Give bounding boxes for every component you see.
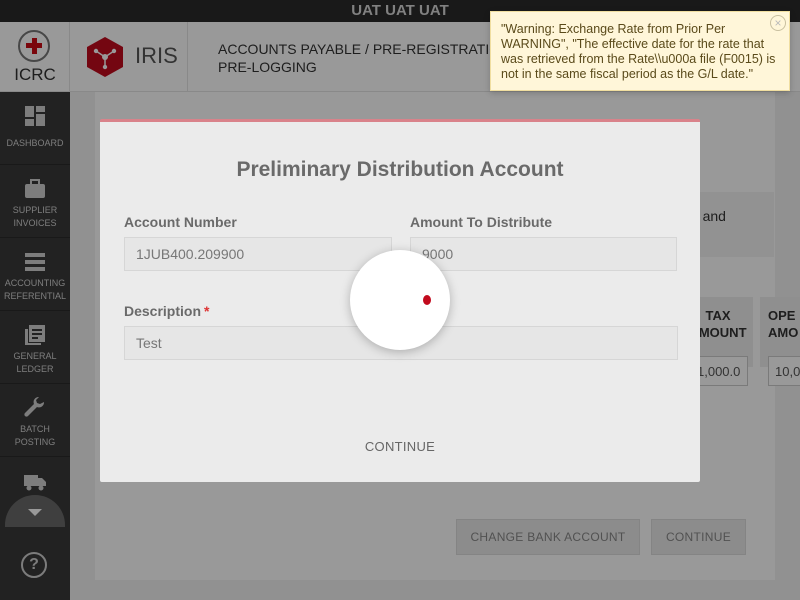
close-icon[interactable]: × (770, 15, 786, 31)
description-label: Description * (124, 303, 210, 319)
warning-message: "Warning: Exchange Rate from Prior Per W… (501, 22, 776, 81)
amount-to-distribute-label: Amount To Distribute (410, 214, 553, 230)
dialog-title: Preliminary Distribution Account (236, 158, 564, 181)
account-number-field[interactable]: 1JUB400.209900 (124, 237, 392, 271)
account-number-label: Account Number (124, 214, 237, 230)
spinner-dot (423, 295, 431, 305)
required-marker: * (204, 303, 210, 319)
dialog-continue-button[interactable]: CONTINUE (350, 439, 450, 454)
amount-to-distribute-field[interactable]: 9000 (410, 237, 677, 271)
loading-spinner (350, 250, 450, 350)
warning-toast: "Warning: Exchange Rate from Prior Per W… (490, 11, 790, 91)
